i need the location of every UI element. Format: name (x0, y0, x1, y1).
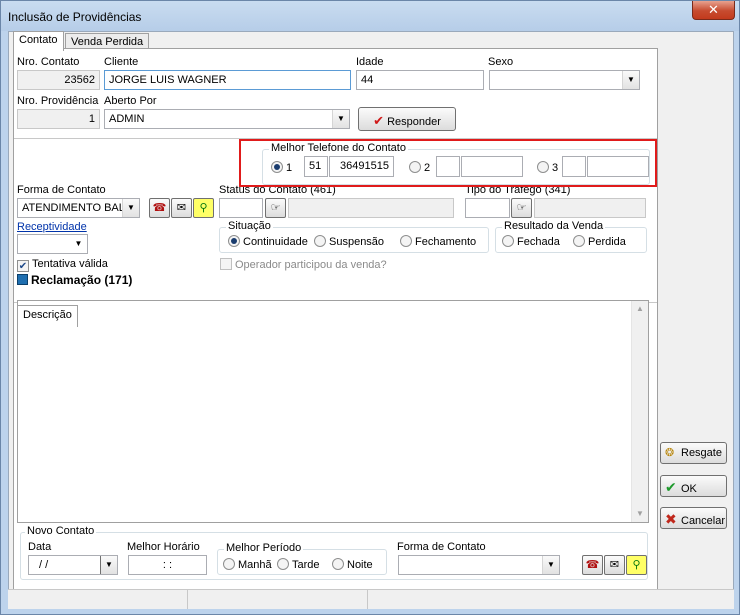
resultado-venda-title: Resultado da Venda (502, 220, 606, 232)
sexo-select[interactable]: ▼ (489, 70, 640, 90)
novo-forma-contato-select[interactable]: ▼ (398, 555, 560, 575)
cancelar-button[interactable]: ✖ Cancelar (660, 507, 727, 529)
situacao-fechamento[interactable]: Fechamento (400, 235, 476, 248)
operador-participou-checkbox[interactable]: Operador participou da venda? (220, 258, 387, 271)
chevron-down-icon[interactable]: ▼ (70, 235, 87, 253)
forma-contato-select[interactable]: ATENDIMENTO BALCÃO ▼ (17, 198, 140, 218)
chevron-down-icon[interactable]: ▼ (332, 110, 349, 128)
novo-forma-contato-label: Forma de Contato (397, 541, 486, 553)
envelope-icon[interactable]: ✉ (171, 198, 192, 218)
receptividade-link[interactable]: Receptividade (17, 221, 87, 233)
cliente-label: Cliente (104, 56, 139, 68)
resultado-perdida[interactable]: Perdida (573, 235, 626, 248)
radio-icon (332, 558, 344, 570)
responder-button[interactable]: ✔ Responder (358, 107, 456, 131)
novo-contato-title: Novo Contato (25, 525, 97, 537)
responder-label: Responder (387, 116, 441, 128)
chevron-down-icon[interactable]: ▼ (100, 556, 117, 574)
phone-icon[interactable]: ☎ (582, 555, 603, 575)
tipo-trafego-description (534, 198, 646, 218)
melhor-periodo-group: Melhor Período Manhã Tarde Noite (217, 542, 387, 575)
close-button[interactable]: ✕ (692, 1, 735, 20)
resultado-venda-group: Resultado da Venda Fechada Perdida (495, 220, 647, 253)
receptividade-select[interactable]: ▼ (17, 234, 88, 254)
radio-icon (314, 235, 326, 247)
check-icon: ✔ (665, 479, 677, 495)
cliente-field[interactable]: JORGE LUIS WAGNER (104, 70, 351, 90)
radio-icon (223, 558, 235, 570)
dialog-client-area: Contato Venda Perdida Nro. Contato 23562… (8, 31, 734, 609)
pointing-hand-icon[interactable]: ☞ (265, 198, 286, 218)
data-field[interactable]: / / ▼ (28, 555, 118, 575)
walking-person-icon[interactable]: ⚲ (193, 198, 214, 218)
aberto-por-select[interactable]: ADMIN ▼ (104, 109, 350, 129)
periodo-noite[interactable]: Noite (332, 558, 373, 571)
tab-descricao[interactable]: Descrição (17, 305, 78, 327)
descricao-textarea[interactable]: ▲ ▼ (17, 300, 649, 523)
tentativa-valida-checkbox[interactable]: ✔ Tentativa válida (17, 258, 108, 272)
resultado-fechada[interactable]: Fechada (502, 235, 560, 248)
descricao-scrollbar[interactable]: ▲ ▼ (631, 301, 648, 522)
aberto-por-value: ADMIN (109, 113, 145, 125)
status-contato-description (288, 198, 454, 218)
nro-providencia-label: Nro. Providência (17, 95, 99, 107)
nro-providencia-field: 1 (17, 109, 100, 129)
radio-icon (277, 558, 289, 570)
situacao-title: Situação (226, 220, 273, 232)
periodo-manha[interactable]: Manhã (223, 558, 272, 571)
idade-label: Idade (356, 56, 384, 68)
situacao-continuidade[interactable]: Continuidade (228, 235, 308, 248)
phone-icon[interactable]: ☎ (149, 198, 170, 218)
radio-icon (573, 235, 585, 247)
tipo-trafego-code[interactable] (465, 198, 510, 218)
radio-icon (400, 235, 412, 247)
square-icon (17, 274, 28, 285)
sexo-label: Sexo (488, 56, 514, 68)
situacao-suspensao[interactable]: Suspensão (314, 235, 384, 248)
close-icon: ✖ (665, 511, 677, 527)
idade-field[interactable]: 44 (356, 70, 484, 90)
reclamacao-link[interactable]: Reclamação (171) (17, 273, 132, 287)
status-cell (188, 590, 368, 609)
forma-contato-label: Forma de Contato (17, 184, 106, 196)
dialog-window: Inclusão de Providências ✕ Contato Venda… (0, 0, 740, 615)
envelope-icon[interactable]: ✉ (604, 555, 625, 575)
situacao-group: Situação Continuidade Suspensão Fechamen… (219, 220, 489, 253)
checkbox-icon (220, 258, 232, 270)
chevron-down-icon[interactable]: ▼ (542, 556, 559, 574)
title-bar[interactable]: Inclusão de Providências ✕ (1, 1, 739, 31)
melhor-horario-field[interactable]: : : (128, 555, 207, 575)
novo-contato-group: Novo Contato Data / / ▼ Melhor Horário :… (20, 525, 648, 580)
scroll-up-icon[interactable]: ▲ (632, 301, 648, 317)
ok-button[interactable]: ✔ OK (660, 475, 727, 497)
coin-icon: ❂ (665, 447, 675, 459)
walking-person-icon[interactable]: ⚲ (626, 555, 647, 575)
window-title: Inclusão de Providências (8, 10, 142, 24)
highlight-frame (239, 139, 657, 187)
melhor-periodo-title: Melhor Período (224, 542, 304, 554)
nro-contato-label: Nro. Contato (17, 56, 80, 68)
check-icon: ✔ (373, 113, 384, 128)
radio-icon (228, 235, 240, 247)
checkmark-icon: ✔ (17, 260, 29, 272)
data-label: Data (28, 541, 52, 553)
data-value: / / (39, 559, 49, 571)
radio-icon (502, 235, 514, 247)
resgate-button[interactable]: ❂ Resgate (660, 442, 727, 464)
status-contato-code[interactable] (219, 198, 263, 218)
status-cell (8, 590, 188, 609)
nro-contato-field: 23562 (17, 70, 100, 90)
melhor-horario-label: Melhor Horário (127, 541, 200, 553)
pointing-hand-icon[interactable]: ☞ (511, 198, 532, 218)
periodo-tarde[interactable]: Tarde (277, 558, 320, 571)
status-bar (8, 589, 734, 609)
chevron-down-icon[interactable]: ▼ (622, 71, 639, 89)
scroll-down-icon[interactable]: ▼ (632, 506, 648, 522)
chevron-down-icon[interactable]: ▼ (122, 199, 139, 217)
tab-contato[interactable]: Contato (13, 31, 64, 51)
aberto-por-label: Aberto Por (104, 95, 157, 107)
